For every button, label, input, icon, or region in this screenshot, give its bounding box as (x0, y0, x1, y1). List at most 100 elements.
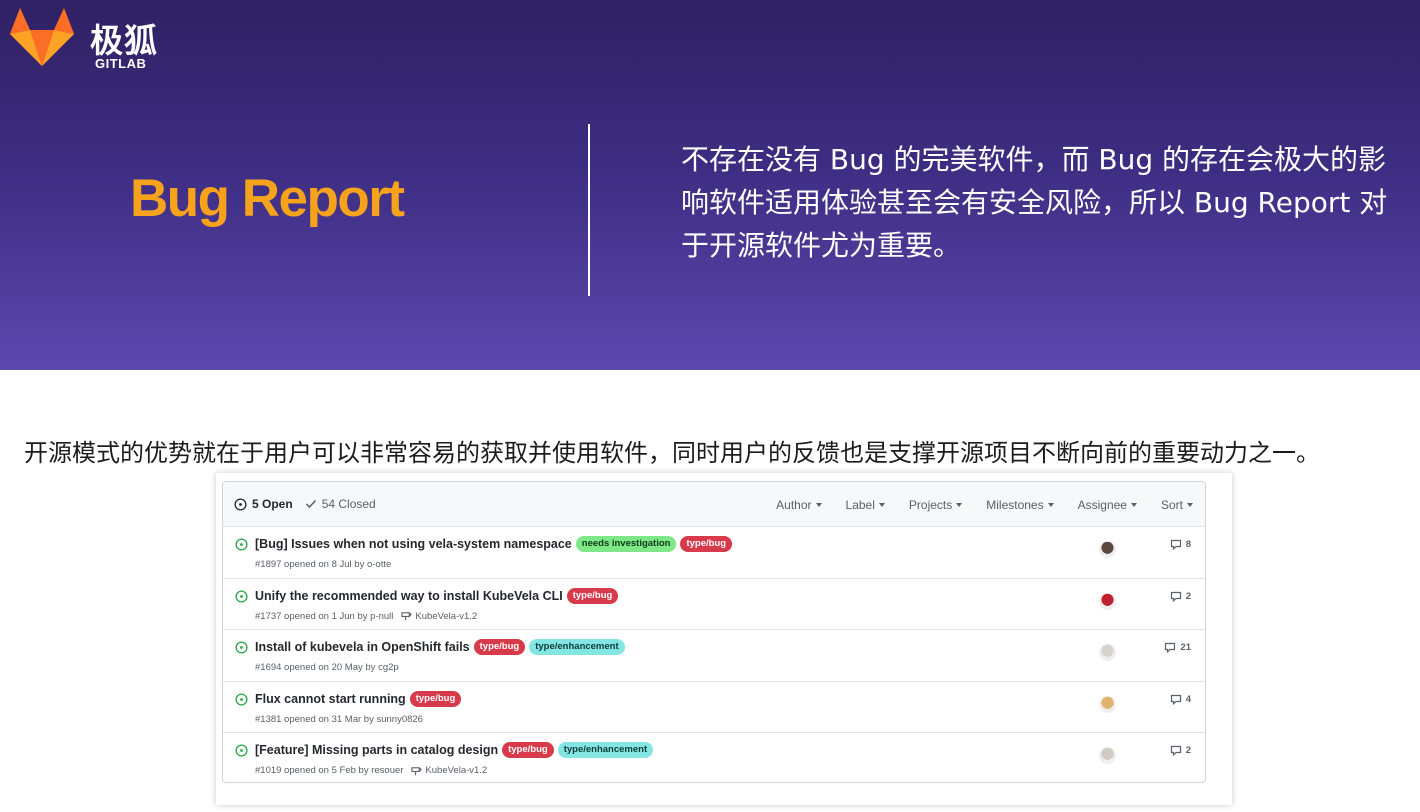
comment-count-value: 21 (1180, 642, 1191, 653)
issue-label[interactable]: type/enhancement (529, 639, 625, 655)
issue-label[interactable]: type/bug (566, 587, 619, 604)
issue-title-link[interactable]: [Bug] Issues when not using vela-system … (255, 537, 572, 551)
issue-open-icon (235, 744, 248, 762)
issue-filters: Author Label Projects Milestones Assigne… (776, 482, 1205, 527)
milestone-icon (401, 612, 413, 621)
assignee-avatar[interactable] (1099, 747, 1116, 764)
filter-label: Author (776, 497, 812, 512)
milestone-link[interactable]: KubeVela-v1.2 (411, 765, 487, 776)
hero-title: Bug Report (130, 169, 405, 228)
issue-open-icon (235, 641, 248, 659)
comment-count-value: 2 (1185, 745, 1191, 756)
filter-label: Projects (908, 497, 953, 512)
issue-meta: #1897 opened on 8 Jul by o-otte (255, 559, 391, 570)
issue-label[interactable]: type/bug (473, 639, 526, 655)
comment-count-value: 2 (1185, 590, 1191, 602)
logo-text-cn: 极狐 (90, 21, 158, 60)
gitlab-fox-icon (10, 8, 74, 66)
caret-down-icon (815, 502, 822, 507)
milestone-label: KubeVela-v1.2 (425, 765, 488, 776)
filter-label: Label (845, 497, 875, 512)
issue-title-line: Unify the recommended way to install Kub… (255, 587, 619, 604)
caret-down-icon (1047, 502, 1054, 507)
issue-title-link[interactable]: Flux cannot start running (255, 692, 406, 706)
caret-down-icon (1187, 502, 1193, 507)
issue-meta: #1019 opened on 5 Feb by resouer KubeVela… (255, 765, 487, 776)
milestone-label: KubeVela-v1.2 (415, 610, 478, 622)
logo-text-en: GITLAB (95, 56, 147, 71)
assignee-avatar[interactable] (1099, 695, 1116, 713)
filter-projects[interactable]: Projects (908, 497, 963, 512)
issue-label[interactable]: type/bug (680, 536, 733, 552)
filter-author[interactable]: Author (776, 497, 822, 512)
issue-meta-text: #1897 opened on 8 Jul by o-otte (255, 559, 392, 570)
assignee-avatar[interactable] (1099, 644, 1116, 661)
filter-milestones[interactable]: Milestones (986, 497, 1054, 512)
comment-icon (1170, 745, 1181, 756)
comment-count[interactable]: 2 (1170, 745, 1191, 756)
issue-row[interactable]: Unify the recommended way to install Kub… (223, 579, 1205, 630)
issue-title-link[interactable]: Unify the recommended way to install Kub… (255, 589, 563, 603)
issue-label[interactable]: needs investigation (575, 536, 677, 552)
issue-meta: #1694 opened on 20 May by cg2p (255, 662, 399, 673)
issue-meta-text: #1381 opened on 31 Mar by sunny0826 (255, 713, 423, 725)
issue-meta-text: #1694 opened on 20 May by cg2p (255, 662, 399, 673)
hero-divider (588, 124, 590, 296)
filter-label: Assignee (1077, 497, 1127, 512)
issue-title-link[interactable]: [Feature] Missing parts in catalog desig… (255, 743, 498, 757)
closed-issues-tab[interactable]: 54 Closed (305, 497, 376, 511)
issue-title-link[interactable]: Install of kubevela in OpenShift fails (255, 640, 470, 654)
issue-open-icon (234, 497, 247, 511)
filter-label[interactable]: Label (846, 498, 885, 512)
issue-row[interactable]: Flux cannot start running type/bug #1381 o… (223, 682, 1205, 733)
issue-row[interactable]: Install of kubevela in OpenShift fails ty… (223, 630, 1205, 682)
milestone-icon (411, 766, 423, 775)
filter-label: Milestones (986, 497, 1044, 512)
assignee-avatar[interactable] (1099, 592, 1116, 610)
comment-count[interactable]: 21 (1164, 642, 1191, 653)
issue-rows: [Bug] Issues when not using vela-system … (223, 527, 1205, 782)
comment-count-value: 8 (1185, 539, 1191, 550)
issue-label[interactable]: type/bug (502, 742, 554, 758)
comment-count[interactable]: 4 (1170, 694, 1191, 705)
issue-label[interactable]: type/enhancement (557, 742, 654, 758)
assignee-avatar[interactable] (1099, 541, 1116, 558)
filter-label: Sort (1160, 497, 1183, 512)
issues-list: 5 Open 54 Closed Author Label Projects M… (222, 481, 1206, 783)
issues-header: 5 Open 54 Closed Author Label Projects M… (223, 482, 1205, 527)
issue-label[interactable]: type/bug (409, 690, 462, 707)
issue-meta: #1737 opened on 1 Jun by p-null KubeVela-… (255, 611, 477, 622)
filter-sort[interactable]: Sort (1161, 498, 1193, 512)
comment-count[interactable]: 2 (1170, 591, 1191, 602)
issue-meta-text: #1019 opened on 5 Feb by resouer (255, 765, 404, 776)
check-icon (305, 499, 316, 509)
issue-meta: #1381 opened on 31 Mar by sunny0826 (255, 714, 423, 725)
issue-title-line: [Feature] Missing parts in catalog desig… (255, 742, 654, 758)
issue-open-icon (235, 538, 248, 556)
open-count: 5 Open (252, 497, 293, 511)
issue-meta-text: #1737 opened on 1 Jun by p-null (255, 610, 394, 622)
comment-icon (1165, 642, 1176, 653)
milestone-link[interactable]: KubeVela-v1.2 (401, 611, 477, 622)
comment-count[interactable]: 8 (1170, 539, 1191, 550)
issues-screenshot: 5 Open 54 Closed Author Label Projects M… (216, 473, 1232, 805)
comment-icon (1170, 591, 1181, 602)
open-issues-tab[interactable]: 5 Open (234, 497, 293, 511)
issue-title-line: Install of kubevela in OpenShift fails ty… (255, 639, 625, 655)
caret-down-icon (1130, 502, 1137, 507)
caret-down-icon (956, 502, 963, 507)
comment-icon (1170, 539, 1181, 550)
closed-count: 54 Closed (321, 497, 376, 511)
filter-assignee[interactable]: Assignee (1078, 498, 1137, 512)
issue-row[interactable]: [Feature] Missing parts in catalog desig… (223, 733, 1205, 782)
issue-open-icon (235, 692, 248, 711)
logo: 极狐 GITLAB (8, 6, 178, 71)
issue-open-icon (235, 589, 248, 608)
comment-icon (1170, 694, 1181, 705)
intro-paragraph: 开源模式的优势就在于用户可以非常容易的获取并使用软件，同时用户的反馈也是支撑开源… (24, 439, 1320, 467)
issue-title-line: Flux cannot start running type/bug (255, 690, 462, 707)
caret-down-icon (878, 502, 885, 507)
issue-title-line: [Bug] Issues when not using vela-system … (255, 536, 733, 552)
hero-description: 不存在没有 Bug 的完美软件，而 Bug 的存在会极大的影响软件适用体验甚至会… (681, 143, 1388, 262)
issue-row[interactable]: [Bug] Issues when not using vela-system … (223, 527, 1205, 579)
